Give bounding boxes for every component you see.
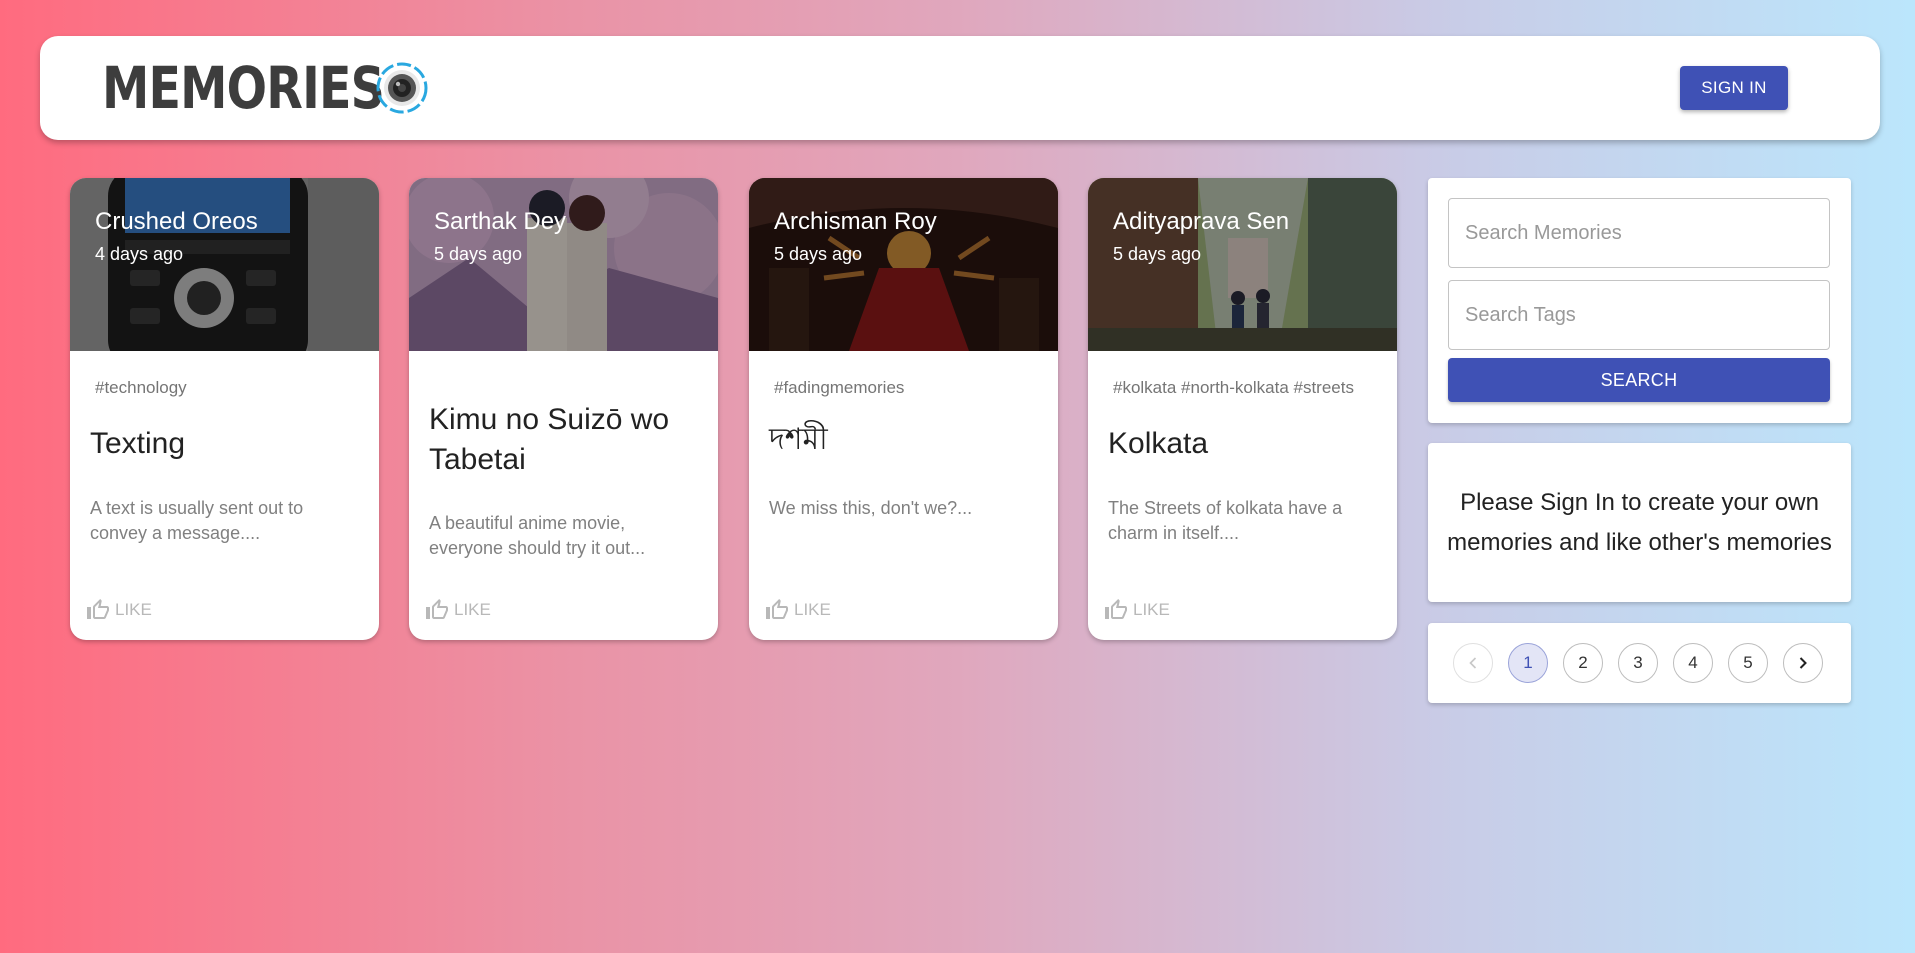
camera-lens-icon xyxy=(376,62,428,114)
search-tags-input[interactable]: Search Tags xyxy=(1448,280,1830,350)
like-label: LIKE xyxy=(1133,600,1170,619)
card-timestamp: 5 days ago xyxy=(774,244,863,264)
search-memories-input[interactable]: Search Memories xyxy=(1448,198,1830,268)
card-timestamp: 5 days ago xyxy=(434,244,523,264)
signin-notice-panel: Please Sign In to create your own memori… xyxy=(1428,443,1851,602)
card-author: Adityaprava Sen xyxy=(1113,208,1290,235)
thumb-up-outline-icon xyxy=(87,599,109,619)
card-image[interactable]: Crushed Oreos 4 days ago xyxy=(70,178,379,351)
thumb-up-outline-icon xyxy=(1105,599,1127,619)
card-title: Texting xyxy=(90,427,186,460)
card-title: Kimu no Suizō wo Tabetai xyxy=(429,403,670,476)
card-timestamp: 5 days ago xyxy=(1113,244,1202,264)
card-author: Archisman Roy xyxy=(774,208,937,235)
like-button[interactable]: LIKE xyxy=(765,598,831,622)
card-tags: #technology xyxy=(95,378,187,397)
like-label: LIKE xyxy=(794,600,831,619)
card-message: A text is usually sent out to convey a m… xyxy=(90,498,304,543)
memory-card: Adityaprava Sen 5 days ago #kolkata #nor… xyxy=(1088,178,1397,640)
sign-in-button[interactable]: SIGN IN xyxy=(1680,66,1788,110)
like-button[interactable]: LIKE xyxy=(425,598,491,622)
card-author: Sarthak Dey xyxy=(434,208,567,235)
card-message: The Streets of kolkata have a charm in i… xyxy=(1108,498,1343,543)
page-button-3[interactable]: 3 xyxy=(1618,643,1658,683)
card-title: Kolkata xyxy=(1108,427,1209,460)
memory-card: Crushed Oreos 4 days ago #technology Tex… xyxy=(70,178,379,640)
app-bar: MEMORIES SIGN IN xyxy=(40,36,1880,140)
signin-notice-text: Please Sign In to create your own memori… xyxy=(1447,488,1832,556)
next-page-button[interactable] xyxy=(1783,643,1823,683)
card-title: দশমী xyxy=(769,423,828,456)
search-button[interactable]: SEARCH xyxy=(1448,358,1830,402)
card-timestamp: 4 days ago xyxy=(95,244,184,264)
chevron-right-icon xyxy=(1799,657,1807,669)
card-tags: #kolkata #north-kolkata #streets xyxy=(1113,378,1354,397)
card-tags: #fadingmemories xyxy=(774,378,905,397)
page-button-2[interactable]: 2 xyxy=(1563,643,1603,683)
pagination: 1 2 3 4 5 xyxy=(1453,643,1823,683)
card-image[interactable]: Adityaprava Sen 5 days ago xyxy=(1088,178,1397,351)
like-button[interactable]: LIKE xyxy=(86,598,152,622)
thumb-up-outline-icon xyxy=(426,599,448,619)
search-panel: Search Memories Search Tags SEARCH xyxy=(1428,178,1851,423)
like-label: LIKE xyxy=(454,600,491,619)
page-button-5[interactable]: 5 xyxy=(1728,643,1768,683)
card-image[interactable]: Sarthak Dey 5 days ago xyxy=(409,178,718,351)
card-message: A beautiful anime movie, everyone should… xyxy=(429,513,646,558)
card-author: Crushed Oreos xyxy=(95,208,258,235)
prev-page-button[interactable] xyxy=(1453,643,1493,683)
page-button-4[interactable]: 4 xyxy=(1673,643,1713,683)
pagination-panel: 1 2 3 4 5 xyxy=(1428,623,1851,703)
memory-card: Archisman Roy 5 days ago #fadingmemories… xyxy=(749,178,1058,640)
like-label: LIKE xyxy=(115,600,152,619)
memory-card: Sarthak Dey 5 days ago Kimu no Suizō wo … xyxy=(409,178,718,640)
card-message: We miss this, don't we?... xyxy=(769,498,973,518)
brand[interactable]: MEMORIES xyxy=(102,58,446,118)
card-image[interactable]: Archisman Roy 5 days ago xyxy=(749,178,1058,351)
brand-title[interactable]: MEMORIES xyxy=(102,58,385,118)
chevron-left-icon xyxy=(1469,657,1477,669)
thumb-up-outline-icon xyxy=(766,599,788,619)
like-button[interactable]: LIKE xyxy=(1104,598,1170,622)
page-button-1[interactable]: 1 xyxy=(1508,643,1548,683)
